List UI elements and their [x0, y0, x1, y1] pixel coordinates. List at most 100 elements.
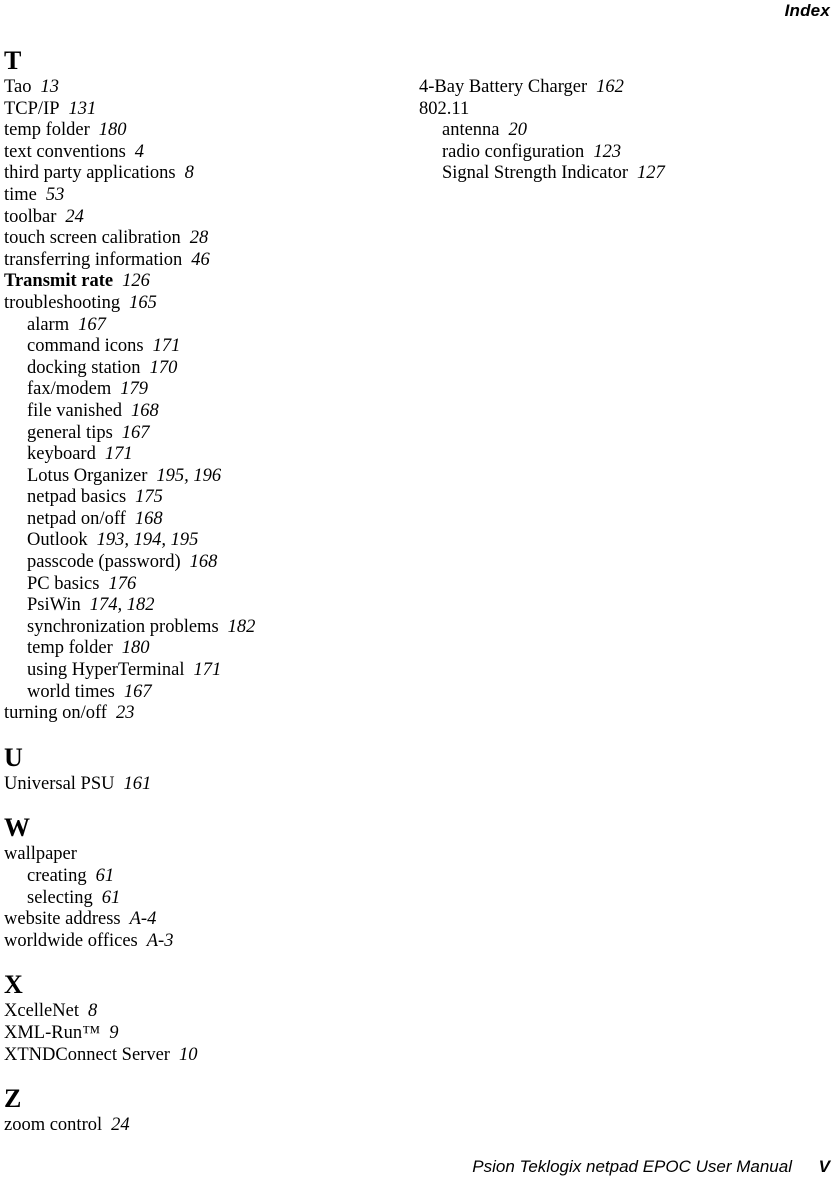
- index-entry: troubleshooting 165: [4, 293, 404, 315]
- index-entry-pages: 171: [104, 444, 133, 465]
- index-entry: fax/modem 179: [4, 379, 404, 401]
- index-entry-term: transferring information: [4, 249, 183, 270]
- index-entry-term: PC basics: [27, 573, 100, 594]
- index-entry: netpad basics 175: [4, 487, 404, 509]
- index-entry-pages: 171: [152, 336, 181, 357]
- index-entry-term: radio configuration: [442, 141, 585, 162]
- index-entry-term: file vanished: [27, 400, 123, 421]
- index-entry-term: PsiWin: [27, 595, 81, 616]
- index-entry-term: Tao: [4, 77, 32, 97]
- index-section: U Universal PSU 161: [4, 743, 404, 796]
- index-entry: XTNDConnect Server 10: [4, 1045, 404, 1067]
- index-entry-pages: 179: [120, 379, 149, 400]
- index-entry: XML-Run™ 9: [4, 1023, 404, 1045]
- index-entry-term: Lotus Organizer: [27, 465, 148, 486]
- index-section: Wwallpaper creating 61 selecting 61 website a…: [4, 813, 404, 952]
- index-entry-term: worldwide offices: [4, 930, 138, 951]
- page-header: Index: [0, 0, 837, 30]
- index-entry-pages: 170: [149, 357, 178, 378]
- index-entry-pages: 176: [108, 573, 137, 594]
- index-entry-term: temp folder: [4, 120, 90, 141]
- index-entry: transferring information 46: [4, 250, 404, 272]
- section-letter-heading: Z: [4, 1084, 22, 1114]
- index-entry-pages: 8: [184, 163, 194, 184]
- index-entry-term: touch screen calibration: [4, 228, 181, 249]
- index-entry-term: XML-Run™: [4, 1022, 101, 1043]
- index-entry: radio configuration 123: [419, 142, 829, 164]
- index-entry-term: creating: [27, 866, 87, 886]
- index-entry: docking station 170: [4, 358, 404, 380]
- index-entry-term: 802.11: [419, 98, 470, 119]
- index-entry-pages: 24: [65, 206, 84, 227]
- index-entry: antenna 20: [419, 120, 829, 142]
- index-entry-term: selecting: [27, 887, 93, 908]
- index-entry: world times 167: [4, 682, 404, 704]
- index-entry-pages: 13: [40, 77, 59, 97]
- index-entry: Lotus Organizer 195, 196: [4, 466, 404, 488]
- index-entry-term: TCP/IP: [4, 98, 60, 119]
- index-entry-pages: 167: [78, 314, 106, 335]
- index-entry: Universal PSU 161: [4, 774, 404, 796]
- index-entry: general tips 167: [4, 423, 404, 445]
- index-entry: Transmit rate 126: [4, 271, 404, 293]
- index-entry: toolbar 24: [4, 207, 404, 229]
- index-entry-term: passcode (password): [27, 552, 181, 573]
- index-entry: 4-Bay Battery Charger 162: [419, 77, 829, 99]
- index-entry-pages: 4: [134, 141, 145, 162]
- index-entry-pages: 168: [131, 400, 159, 421]
- index-entry-term: XTNDConnect Server: [4, 1044, 170, 1065]
- index-entry: Tao 13: [4, 77, 404, 99]
- index-entry-term: Signal Strength Indicator: [442, 163, 628, 184]
- index-entry-term: fax/modem: [27, 379, 112, 400]
- section-letter-heading: W: [4, 813, 30, 843]
- index-entry-pages: 180: [121, 638, 150, 659]
- page-footer: Psion Teklogix netpad EPOC User Manual V: [0, 1157, 837, 1185]
- index-entry-term: world times: [27, 681, 115, 702]
- index-entry-pages: 24: [111, 1115, 130, 1136]
- index-entry-term: third party applications: [4, 163, 176, 184]
- index-entry: 802.11: [419, 99, 829, 121]
- index-entry-pages: 61: [101, 887, 121, 908]
- index-entry-term: netpad on/off: [27, 508, 126, 529]
- index-section: 4-Bay Battery Charger 162 802.11 antenna 20 r…: [419, 46, 829, 185]
- index-entry-pages: 9: [109, 1022, 119, 1043]
- index-entry-term: 4-Bay Battery Charger: [419, 77, 588, 97]
- index-entry: third party applications 8: [4, 163, 404, 185]
- index-entry-term: zoom control: [4, 1115, 103, 1136]
- index-entry: command icons 171: [4, 336, 404, 358]
- index-entry: temp folder 180: [4, 638, 404, 660]
- index-entry-pages: 168: [189, 552, 218, 573]
- index-entry: turning on/off 23: [4, 703, 404, 725]
- index-entry: PC basics 176: [4, 574, 404, 596]
- index-entry-pages: 175: [135, 487, 163, 508]
- index-entry-term: wallpaper: [4, 844, 77, 865]
- index-entry-pages: 46: [191, 249, 210, 270]
- index-entry-term: netpad basics: [27, 487, 127, 508]
- index-entry-pages: 126: [122, 271, 150, 292]
- index-entry: time 53: [4, 185, 404, 207]
- index-entry: Signal Strength Indicator 127: [419, 163, 829, 185]
- index-entry-term: temp folder: [27, 638, 113, 659]
- index-column-left: T Tao 13 TCP/IP 131 temp folder 180 text conven…: [4, 46, 404, 1137]
- index-entry-pages: 167: [121, 422, 150, 443]
- index-entry: PsiWin 174, 182: [4, 595, 404, 617]
- index-entry-pages: 61: [95, 866, 115, 886]
- index-entry-term: command icons: [27, 336, 144, 357]
- index-entry: netpad on/off 168: [4, 509, 404, 531]
- index-entry-term: Outlook: [27, 530, 88, 551]
- index-entry: keyboard 171: [4, 444, 404, 466]
- index-entry-term: troubleshooting: [4, 292, 121, 313]
- index-entry-pages: 28: [189, 228, 209, 249]
- index-entry-term: synchronization problems: [27, 616, 219, 637]
- index-entry-term: using HyperTerminal: [27, 660, 185, 681]
- index-entry-pages: 131: [68, 98, 97, 119]
- index-section: T Tao 13 TCP/IP 131 temp folder 180 text conven…: [4, 46, 404, 725]
- footer-page-number: V: [818, 1157, 830, 1176]
- index-entry-term: turning on/off: [4, 703, 107, 724]
- index-entry: worldwide offices A-3: [4, 931, 404, 953]
- index-entry-term: text conventions: [4, 141, 126, 162]
- index-entry: temp folder 180: [4, 120, 404, 142]
- index-entry: wallpaper: [4, 844, 404, 866]
- index-entry-term: alarm: [27, 314, 70, 335]
- section-letter-heading: U: [4, 742, 23, 772]
